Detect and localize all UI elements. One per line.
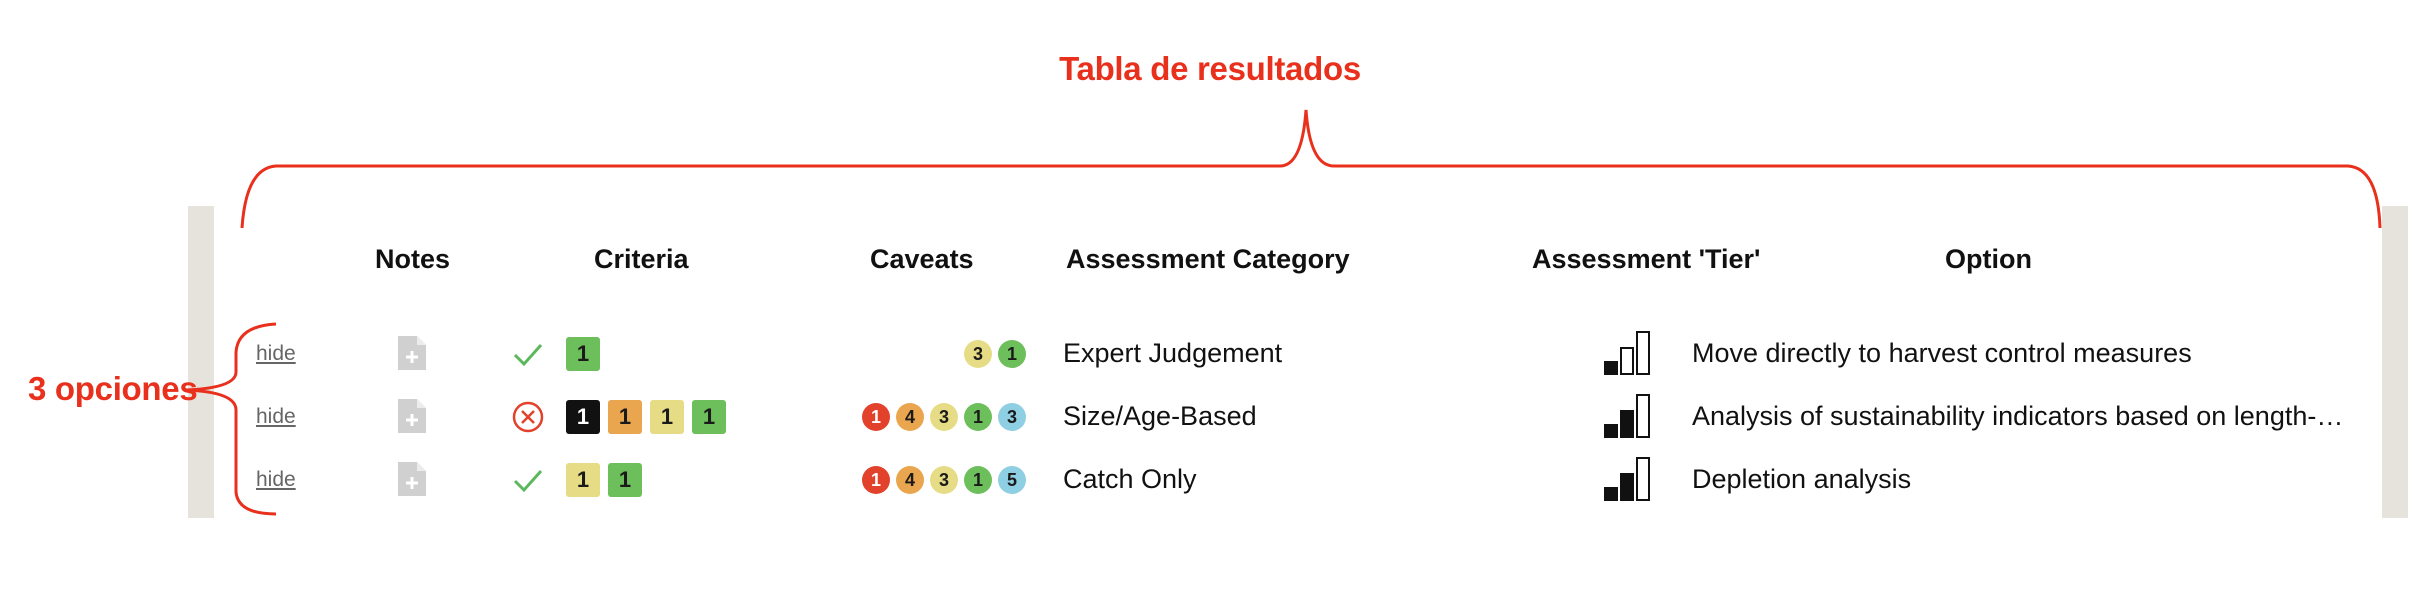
caveat-badge[interactable]: 1 [862, 403, 890, 431]
cross-circle-icon [512, 401, 544, 433]
add-note-icon[interactable] [398, 399, 426, 433]
caveat-badges: 31 [964, 340, 1026, 368]
option-text[interactable]: Depletion analysis [1692, 464, 1911, 495]
header-caveats: Caveats [870, 244, 974, 274]
caveat-badge[interactable]: 4 [896, 403, 924, 431]
hide-link[interactable]: hide [256, 468, 296, 492]
caveat-badge[interactable]: 3 [998, 403, 1026, 431]
hide-link[interactable]: hide [256, 342, 296, 366]
assessment-category: Catch Only [1063, 464, 1197, 494]
header-notes: Notes [375, 244, 451, 274]
criteria-badge[interactable]: 1 [566, 400, 600, 434]
caveat-badge[interactable]: 1 [862, 466, 890, 494]
annotation-options-label: 3 opciones [28, 370, 198, 407]
tier-signal-icon [1604, 457, 1650, 501]
criteria-badge[interactable]: 1 [608, 400, 642, 434]
tier-signal-icon [1604, 331, 1650, 375]
tier-signal-icon [1604, 394, 1650, 438]
caveat-badge[interactable]: 5 [998, 466, 1026, 494]
criteria-badge[interactable]: 1 [566, 337, 600, 371]
caveat-badge[interactable]: 3 [930, 403, 958, 431]
check-icon [513, 343, 543, 367]
caveat-badges: 14315 [862, 466, 1026, 494]
caveat-badge[interactable]: 3 [964, 340, 992, 368]
caveat-badge[interactable]: 3 [930, 466, 958, 494]
criteria-badges: 11 [566, 463, 642, 497]
caveat-badge[interactable]: 1 [964, 466, 992, 494]
criteria-badges: 1111 [566, 400, 726, 434]
criteria-badge[interactable]: 1 [650, 400, 684, 434]
caveat-badges: 14313 [862, 403, 1026, 431]
assessment-category: Expert Judgement [1063, 338, 1283, 368]
criteria-badges: 1 [566, 337, 600, 371]
check-icon [513, 469, 543, 493]
top-brace [240, 109, 2382, 229]
annotation-table-title: Tabla de resultados [1059, 50, 1361, 87]
criteria-badge[interactable]: 1 [692, 400, 726, 434]
hide-link[interactable]: hide [256, 405, 296, 429]
caveat-badge[interactable]: 1 [998, 340, 1026, 368]
annotation-braces [185, 109, 2382, 516]
add-note-icon[interactable] [398, 336, 426, 370]
caveat-badge[interactable]: 4 [896, 466, 924, 494]
header-assessment-category: Assessment Category [1066, 244, 1350, 274]
header-option: Option [1945, 244, 2032, 274]
add-note-icon[interactable] [398, 462, 426, 496]
criteria-badge[interactable]: 1 [566, 463, 600, 497]
header-criteria: Criteria [594, 244, 689, 274]
caveat-badge[interactable]: 1 [964, 403, 992, 431]
assessment-category: Size/Age-Based [1063, 401, 1257, 431]
criteria-badge[interactable]: 1 [608, 463, 642, 497]
header-assessment-tier: Assessment 'Tier' [1532, 244, 1761, 274]
option-text[interactable]: Move directly to harvest control measure… [1692, 338, 2192, 369]
option-text[interactable]: Analysis of sustainability indicators ba… [1692, 401, 2343, 432]
